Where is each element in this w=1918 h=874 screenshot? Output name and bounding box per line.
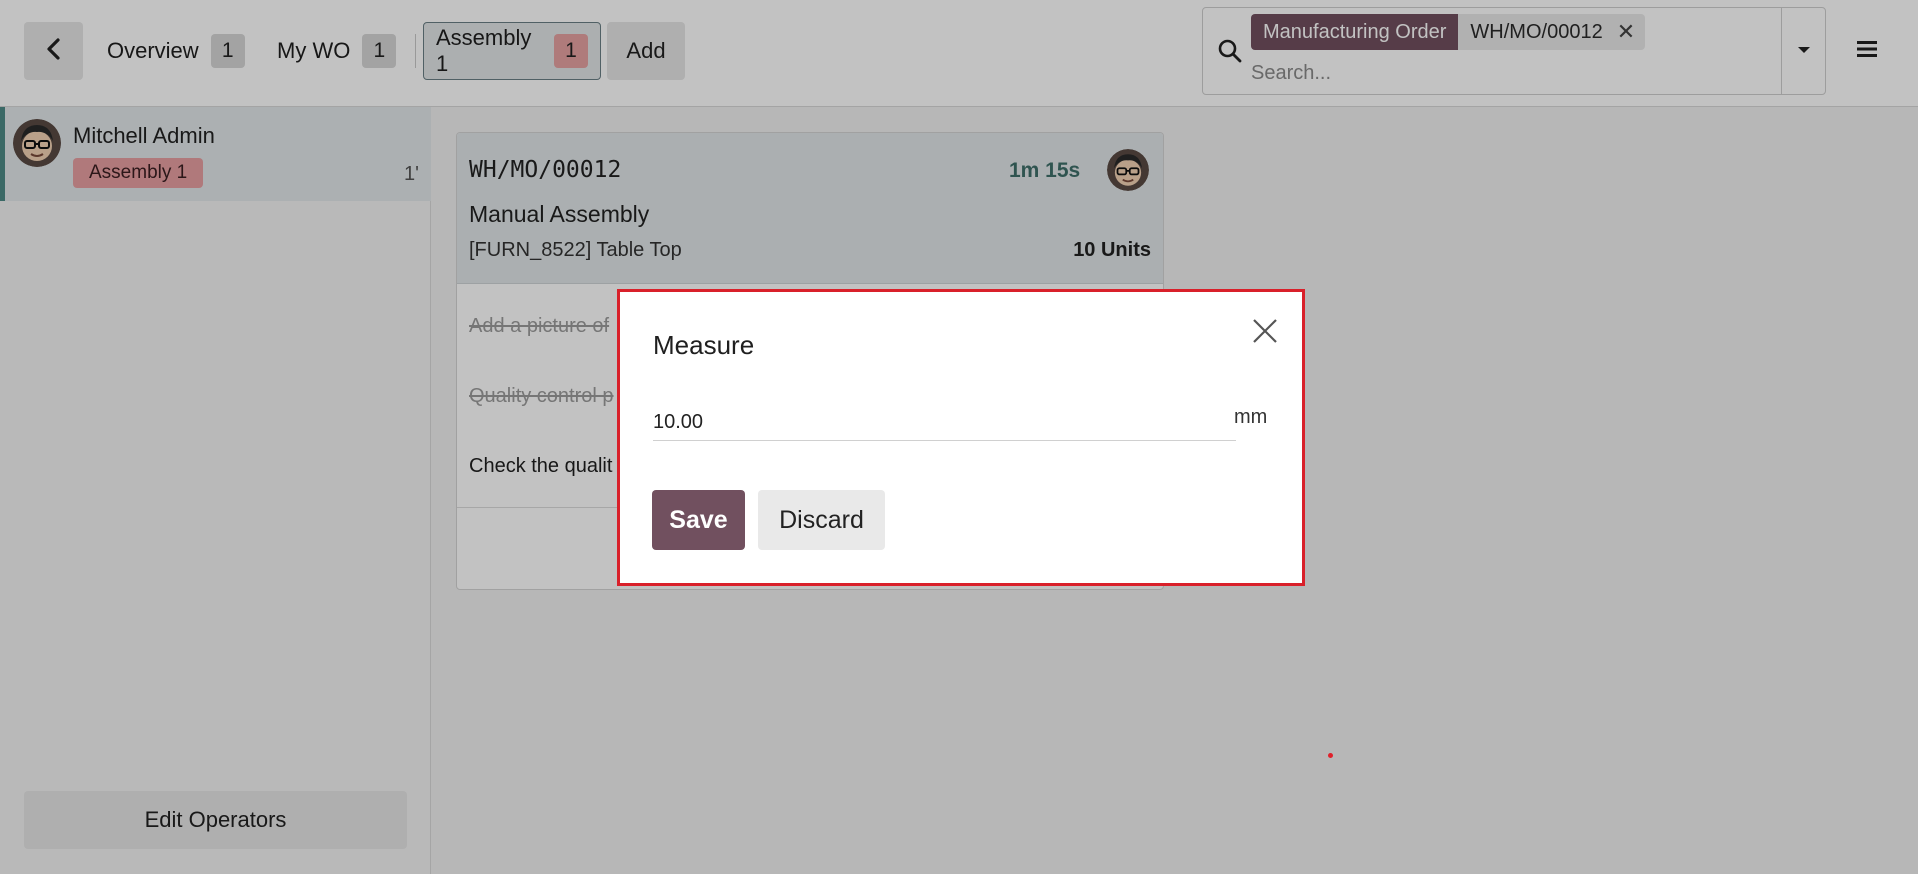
measure-value-input[interactable] (653, 405, 1236, 441)
measure-unit: mm (1234, 406, 1268, 428)
close-icon[interactable] (1250, 316, 1280, 346)
save-button[interactable]: Save (652, 490, 745, 550)
measure-dialog: Measure mm Save Discard (617, 289, 1305, 586)
pointer-marker (1328, 753, 1333, 758)
dialog-title: Measure (653, 330, 755, 360)
discard-button[interactable]: Discard (758, 490, 885, 550)
